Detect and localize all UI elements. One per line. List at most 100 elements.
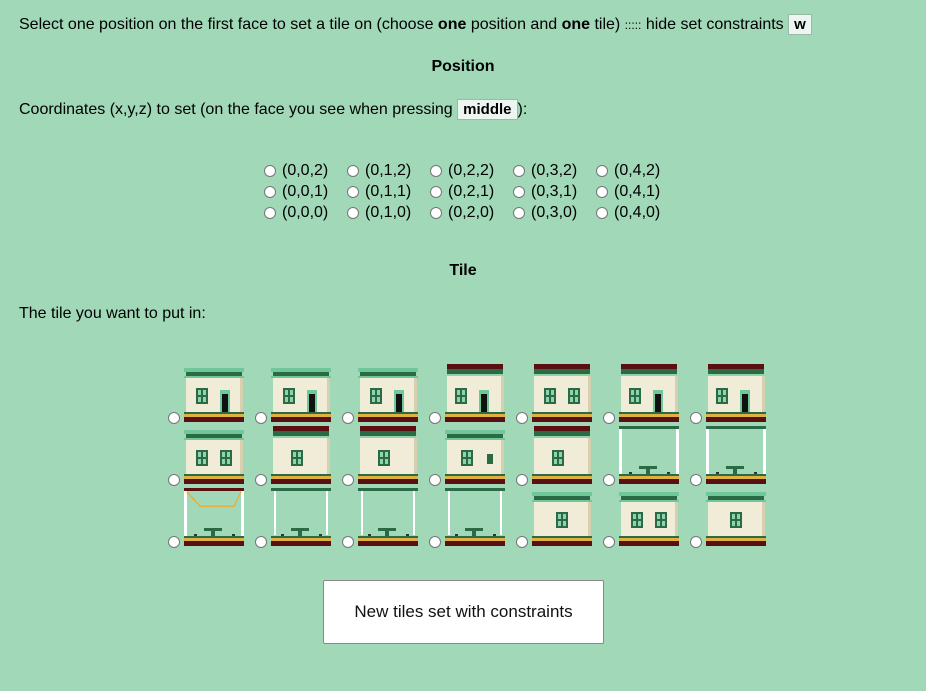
tile-radio[interactable] — [255, 474, 267, 486]
coordinate-option[interactable]: (0,0,0) — [264, 202, 347, 223]
coordinate-row: (0,0,2) (0,1,2) (0,2,2) (0,3,2) (0,4,2) — [264, 160, 679, 181]
tile-option[interactable] — [514, 426, 601, 488]
tile-radio[interactable] — [168, 412, 180, 424]
coordinate-option[interactable]: (0,1,1) — [347, 181, 430, 202]
coordinate-radio[interactable] — [347, 164, 359, 177]
coordinate-radio[interactable] — [430, 164, 442, 177]
tile-radio[interactable] — [429, 474, 441, 486]
tile-option[interactable] — [688, 488, 775, 550]
coordinate-option[interactable]: (0,1,2) — [347, 160, 430, 181]
coordinate-option[interactable]: (0,3,0) — [513, 202, 596, 223]
tile-radio[interactable] — [516, 536, 528, 548]
coordinates-radio-group: (0,0,2) (0,1,2) (0,2,2) (0,3,2) (0,4,2) (0,0,… — [264, 160, 679, 223]
coordinate-option[interactable]: (0,4,1) — [596, 181, 679, 202]
coordinate-option[interactable]: (0,3,2) — [513, 160, 596, 181]
coordinate-option[interactable]: (0,1,0) — [347, 202, 430, 223]
header-text-2: position and — [466, 16, 562, 33]
coordinate-option[interactable]: (0,2,1) — [430, 181, 513, 202]
coordinate-label: (0,4,0) — [614, 204, 661, 221]
coordinate-label: (0,3,2) — [531, 162, 578, 179]
tile-radio[interactable] — [690, 474, 702, 486]
tile-row — [166, 426, 775, 488]
tile-radio[interactable] — [516, 412, 528, 424]
tile-radio[interactable] — [603, 474, 615, 486]
tile-option[interactable] — [166, 364, 253, 426]
coordinate-radio[interactable] — [596, 185, 608, 198]
coordinate-label: (0,2,1) — [448, 183, 495, 200]
tile-radio[interactable] — [342, 536, 354, 548]
coordinate-option[interactable]: (0,4,0) — [596, 202, 679, 223]
coordinate-radio[interactable] — [264, 185, 276, 198]
coordinate-radio[interactable] — [596, 164, 608, 177]
tile-option[interactable] — [166, 488, 253, 550]
tile-radio[interactable] — [342, 474, 354, 486]
tile-option[interactable] — [253, 426, 340, 488]
coordinate-label: (0,2,2) — [448, 162, 495, 179]
tile-option[interactable] — [427, 426, 514, 488]
tile-radio[interactable] — [429, 412, 441, 424]
tile-option[interactable] — [514, 488, 601, 550]
coordinates-text-prefix: Coordinates (x,y,z) to set (on the face … — [19, 101, 458, 118]
hide-constraints-link[interactable]: hide set constraints — [646, 16, 784, 33]
tile-option[interactable] — [688, 426, 775, 488]
coordinate-radio[interactable] — [513, 164, 525, 177]
coordinate-radio[interactable] — [430, 185, 442, 198]
tile-option[interactable] — [253, 364, 340, 426]
coordinate-row: (0,0,1) (0,1,1) (0,2,1) (0,3,1) (0,4,1) — [264, 181, 679, 202]
tile-option[interactable] — [340, 488, 427, 550]
tile-option[interactable] — [253, 488, 340, 550]
coordinate-radio[interactable] — [596, 206, 608, 219]
tile-option[interactable] — [340, 364, 427, 426]
tile-radio[interactable] — [255, 536, 267, 548]
tile-radio[interactable] — [603, 536, 615, 548]
position-title: Position — [431, 58, 495, 75]
coordinate-option[interactable]: (0,3,1) — [513, 181, 596, 202]
tile-option[interactable] — [340, 426, 427, 488]
coordinate-radio[interactable] — [513, 185, 525, 198]
tile-option[interactable] — [427, 488, 514, 550]
header-separator: ::::: — [624, 18, 642, 32]
tile-option[interactable] — [427, 364, 514, 426]
tile-option[interactable] — [514, 364, 601, 426]
coordinate-option[interactable]: (0,2,0) — [430, 202, 513, 223]
tile-radio[interactable] — [690, 412, 702, 424]
tile-row — [166, 488, 775, 550]
tile-option[interactable] — [688, 364, 775, 426]
tile-radio[interactable] — [690, 536, 702, 548]
coordinate-label: (0,1,1) — [365, 183, 412, 200]
coordinate-radio[interactable] — [430, 206, 442, 219]
tile-radio[interactable] — [603, 412, 615, 424]
tile-option[interactable] — [601, 426, 688, 488]
coordinate-label: (0,1,0) — [365, 204, 412, 221]
coordinate-label: (0,3,0) — [531, 204, 578, 221]
tile-row — [166, 364, 775, 426]
coordinate-label: (0,3,1) — [531, 183, 578, 200]
tile-radio[interactable] — [429, 536, 441, 548]
coordinate-radio[interactable] — [264, 206, 276, 219]
coordinate-option[interactable]: (0,2,2) — [430, 160, 513, 181]
coordinate-radio[interactable] — [264, 164, 276, 177]
tile-radio[interactable] — [516, 474, 528, 486]
coordinate-option[interactable]: (0,4,2) — [596, 160, 679, 181]
tile-option[interactable] — [601, 364, 688, 426]
new-tiles-button[interactable]: New tiles set with constraints — [323, 580, 604, 644]
coordinate-radio[interactable] — [347, 185, 359, 198]
coordinate-row: (0,0,0) (0,1,0) (0,2,0) (0,3,0) (0,4,0) — [264, 202, 679, 223]
middle-key-badge[interactable]: middle — [457, 99, 518, 120]
tile-radio[interactable] — [168, 474, 180, 486]
tile-option[interactable] — [166, 426, 253, 488]
coordinate-radio[interactable] — [513, 206, 525, 219]
hide-key-badge[interactable]: w — [788, 14, 812, 35]
coordinates-instruction: Coordinates (x,y,z) to set (on the face … — [19, 99, 527, 120]
coordinate-label: (0,0,2) — [282, 162, 329, 179]
coordinate-radio[interactable] — [347, 206, 359, 219]
tile-radio[interactable] — [255, 412, 267, 424]
tile-title: Tile — [449, 262, 477, 279]
coordinate-label: (0,0,0) — [282, 204, 329, 221]
tile-radio[interactable] — [342, 412, 354, 424]
tile-radio[interactable] — [168, 536, 180, 548]
coordinate-option[interactable]: (0,0,1) — [264, 181, 347, 202]
instruction-header: Select one position on the first face to… — [19, 14, 812, 35]
coordinate-option[interactable]: (0,0,2) — [264, 160, 347, 181]
tile-option[interactable] — [601, 488, 688, 550]
